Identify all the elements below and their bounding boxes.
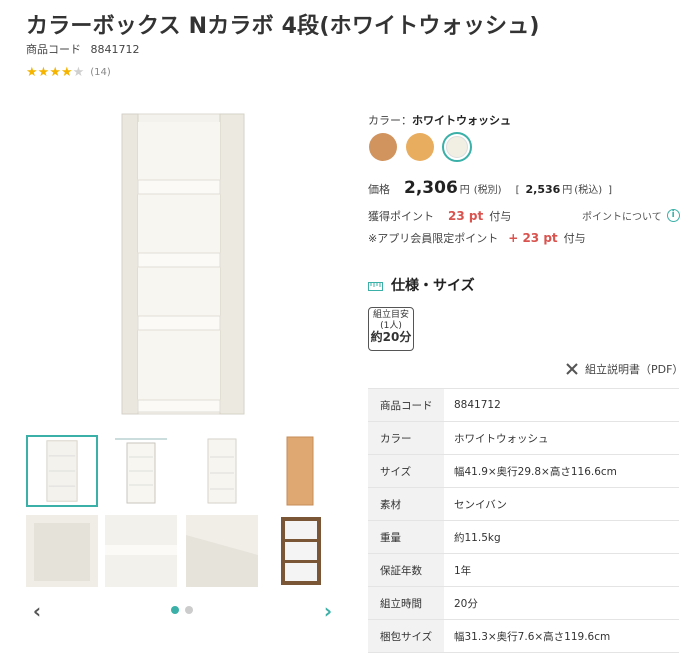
spec-key: カラー [368,421,444,455]
main-product-image[interactable] [110,108,250,418]
points-suffix: 付与 [489,210,512,223]
star-icon: ★ [26,65,38,80]
spec-row: カラー ホワイトウォッシュ [368,421,679,455]
spec-value: 1年 [444,553,679,587]
price-tax-note: (税別) [473,185,502,196]
price-bracket-close: ] [608,185,613,196]
chevron-left-icon[interactable]: ‹ [27,600,47,622]
color-label: カラー：ホワイトウォッシュ [368,112,511,128]
product-title: カラーボックス Nカラボ 4段(ホワイトウォッシュ) [26,14,540,39]
spec-value: ホワイトウォッシュ [444,421,679,455]
price-incl-note: (税込) [574,185,603,196]
thumbnail-6[interactable] [105,515,177,587]
spec-key: 素材 [368,487,444,521]
ruler-icon [368,282,383,291]
app-points-label: ※アプリ会員限定ポイント [368,232,499,245]
price-label: 価格 [368,183,390,196]
color-swatch-natural[interactable] [406,133,434,161]
product-code: 商品コード 8841712 [26,41,146,57]
price-bracket-open: [ [515,185,520,196]
app-points-value: + 23 pt [508,231,558,245]
price-unit: 円 [459,185,470,196]
color-selected: ホワイトウォッシュ [412,114,511,127]
points-value: 23 pt [448,209,484,223]
thumbnail-1[interactable] [26,435,98,507]
pagination-dot-active[interactable] [171,606,179,614]
badge-line1: 組立目安 [372,310,409,320]
spec-row: 組立時間 20分 [368,586,679,620]
spec-key: サイズ [368,454,444,488]
star-empty-icon: ★ [72,65,85,80]
spec-row: 重量 約11.5kg [368,520,679,554]
spec-value: 約11.5kg [444,520,679,554]
spec-row: 素材 センイバン [368,487,679,521]
product-code-label: 商品コード [26,43,81,56]
spec-heading: 仕様・サイズ [368,275,475,295]
thumbnail-7[interactable] [186,515,258,587]
assembly-manual-link[interactable]: 組立説明書（PDF） [565,361,683,377]
thumbnail-5[interactable] [26,515,98,587]
color-swatch-white-wash[interactable] [442,132,472,162]
star-icon: ★ [37,65,50,80]
assembly-manual-text[interactable]: 組立説明書（PDF） [585,361,683,377]
app-points-suffix: 付与 [563,232,586,245]
spec-key: 保証年数 [368,553,444,587]
badge-line3: 約20分 [370,330,412,344]
spec-value: 幅41.9×奥行29.8×高さ116.6cm [444,454,679,488]
info-icon[interactable]: i [666,209,680,222]
thumbnail-8[interactable] [265,515,337,587]
spec-row: サイズ 幅41.9×奥行29.8×高さ116.6cm [368,454,679,488]
price-incl-unit: 円 [562,185,573,196]
spec-value: 幅31.3×奥行7.6×高さ119.6cm [444,619,679,653]
spec-key: 商品コード [368,388,444,422]
review-count[interactable]: (14) [90,67,111,78]
points-label: 獲得ポイント [368,210,434,223]
points-about-text[interactable]: ポイントについて [582,208,662,223]
rating[interactable]: ★ ★ ★ ★ ★ (14) [26,66,111,79]
points-row: 獲得ポイント 23 pt 付与 [368,208,511,224]
spec-row: 梱包サイズ 幅31.3×奥行7.6×高さ119.6cm [368,619,679,653]
spec-value: 8841712 [444,388,679,422]
app-points-row: ※アプリ会員限定ポイント + 23 pt 付与 [368,230,586,246]
spec-key: 梱包サイズ [368,619,444,653]
spec-row: 保証年数 1年 [368,553,679,587]
thumbnail-3[interactable] [186,435,258,507]
price-value: 2,306 [404,178,458,198]
spec-table: 商品コード 8841712 カラー ホワイトウォッシュ サイズ 幅41.9×奥行29.8×… [368,388,679,653]
color-label-text: カラー： [368,114,412,127]
spec-value: センイバン [444,487,679,521]
spec-value: 20分 [444,586,679,620]
thumbnail-2[interactable] [105,435,177,507]
price-row: 価格 2,306 円 (税別) [ 2,536 円 (税込) ] [368,178,612,198]
thumbnail-4[interactable] [265,435,337,507]
spec-key: 組立時間 [368,586,444,620]
pagination-dot[interactable] [185,606,193,614]
gallery-pagination [171,606,193,614]
star-icon: ★ [60,65,73,80]
color-swatch-brown[interactable] [369,133,397,161]
star-icon: ★ [49,65,61,80]
product-code-value: 8841712 [90,43,140,56]
price-incl-value: 2,536 [525,183,561,196]
spec-key: 重量 [368,520,444,554]
tools-icon [566,363,578,375]
points-about-link[interactable]: ポイントについて i [582,208,680,223]
chevron-right-icon[interactable]: › [318,600,338,622]
spec-row: 商品コード 8841712 [368,388,679,422]
spec-heading-text: 仕様・サイズ [391,278,475,294]
assembly-time-badge: 組立目安 (1人) 約20分 [368,307,414,351]
